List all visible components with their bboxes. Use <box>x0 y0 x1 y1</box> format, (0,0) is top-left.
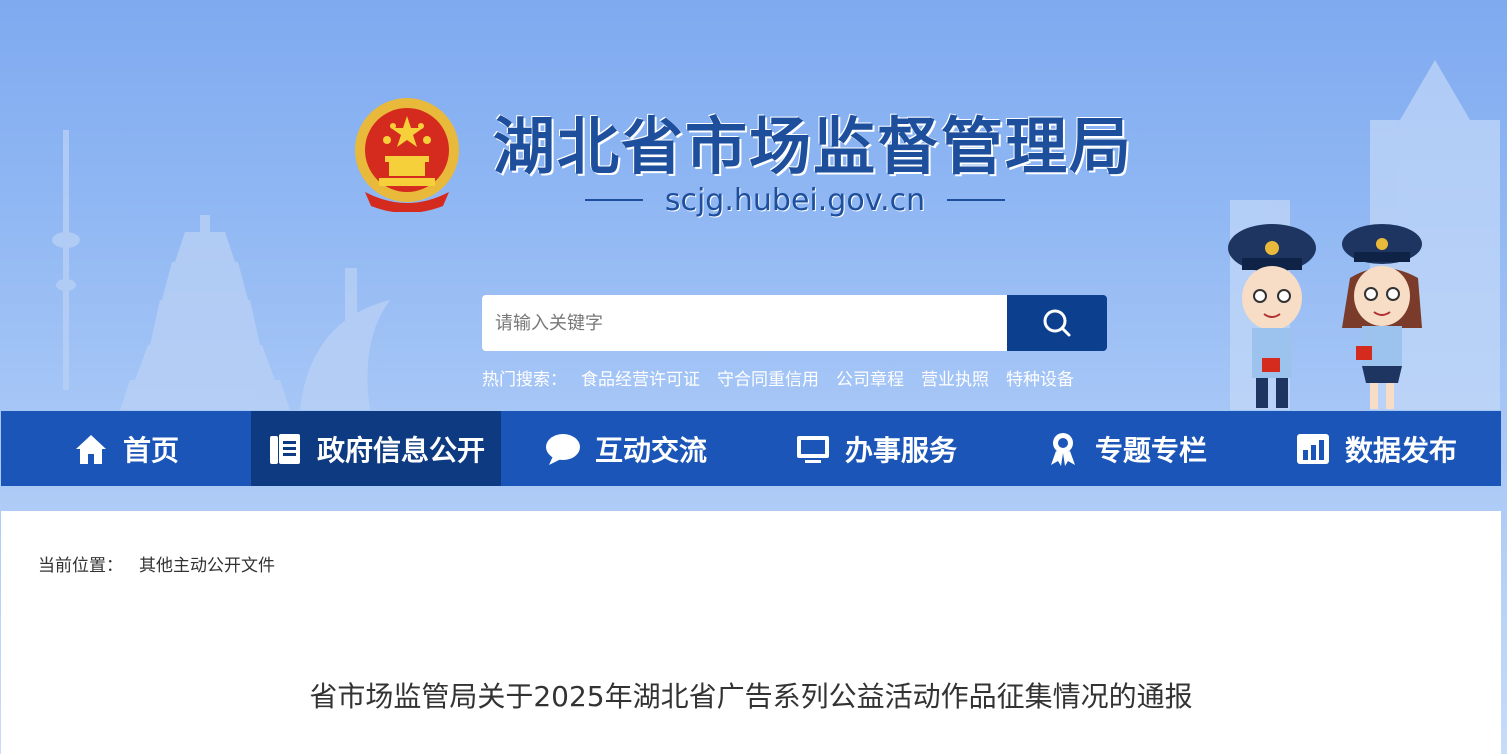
hot-search-label: 热门搜索： <box>482 369 567 390</box>
hot-keyword[interactable]: 守合同重信用 <box>717 365 819 390</box>
hot-keyword[interactable]: 公司章程 <box>836 365 904 390</box>
nav-item-special-topics[interactable]: 专题专栏 <box>1001 411 1251 486</box>
nav-item-label: 首页 <box>122 433 179 467</box>
nav-item-label: 数据发布 <box>1344 433 1457 467</box>
search-icon <box>1043 309 1071 337</box>
breadcrumb-current[interactable]: 其他主动公开文件 <box>139 551 275 576</box>
site-header: 湖北省市场监督管理局 scjg.hubei.gov.cn 热门搜索： 食品经营许… <box>0 0 1507 411</box>
monitor-icon <box>795 431 831 467</box>
breadcrumb: 当前位置： 其他主动公开文件 <box>38 551 275 576</box>
chat-icon <box>545 431 581 467</box>
home-icon <box>73 431 109 467</box>
bar-chart-icon <box>1295 431 1331 467</box>
nav-item-home[interactable]: 首页 <box>1 411 251 486</box>
national-emblem-logo <box>355 98 459 212</box>
document-icon <box>267 431 303 467</box>
breadcrumb-label: 当前位置： <box>38 556 123 576</box>
article-title: 省市场监管局关于2025年湖北省广告系列公益活动作品征集情况的通报 <box>309 680 1193 713</box>
site-domain: scjg.hubei.gov.cn <box>575 180 1015 220</box>
content-panel: 当前位置： 其他主动公开文件 省市场监管局关于2025年湖北省广告系列公益活动作… <box>1 511 1501 754</box>
search-button[interactable] <box>1007 295 1107 351</box>
nav-item-interaction[interactable]: 互动交流 <box>501 411 751 486</box>
ribbon-icon <box>1045 431 1081 467</box>
nav-item-label: 办事服务 <box>844 433 957 467</box>
hot-keyword[interactable]: 特种设备 <box>1006 365 1074 390</box>
search-input[interactable] <box>482 295 1007 351</box>
nav-item-label: 政府信息公开 <box>316 433 485 467</box>
nav-item-data-release[interactable]: 数据发布 <box>1251 411 1501 486</box>
nav-item-services[interactable]: 办事服务 <box>751 411 1001 486</box>
divider-line-left <box>584 199 643 201</box>
nav-item-gov-info[interactable]: 政府信息公开 <box>251 411 501 486</box>
nav-item-label: 互动交流 <box>594 433 707 467</box>
site-domain-text: scjg.hubei.gov.cn <box>664 182 926 218</box>
hot-keyword[interactable]: 食品经营许可证 <box>581 365 700 390</box>
main-navigation: 首页 政府信息公开 互动交流 办事服务 专题专栏 数据发布 <box>1 411 1501 486</box>
site-title: 湖北省市场监督管理局 <box>493 110 1134 183</box>
divider-line-right <box>947 199 1006 201</box>
nav-item-label: 专题专栏 <box>1094 433 1207 467</box>
mascot-illustration <box>1228 224 1422 409</box>
hot-keyword[interactable]: 营业执照 <box>921 365 989 390</box>
search-bar <box>482 295 1107 351</box>
hot-search: 热门搜索： 食品经营许可证 守合同重信用 公司章程 营业执照 特种设备 <box>482 365 1091 390</box>
